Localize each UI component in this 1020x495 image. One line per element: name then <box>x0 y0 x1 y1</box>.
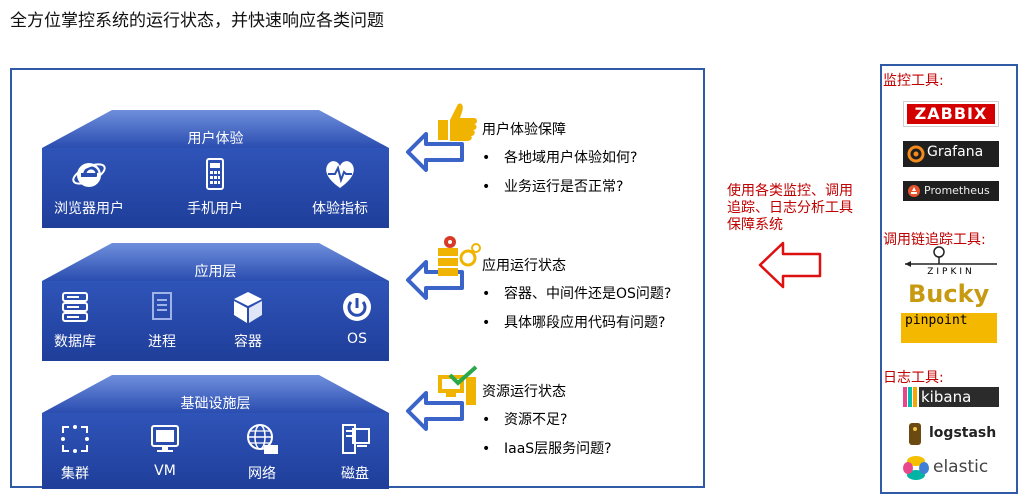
globe-network-icon <box>247 424 278 454</box>
bucky-logo: Bucky <box>908 280 990 310</box>
item-label: 磁盘 <box>341 466 369 482</box>
container-cube-icon <box>234 292 262 323</box>
heart-pulse-icon <box>326 161 354 188</box>
database-server-icon <box>62 292 88 322</box>
item-label: OS <box>347 331 367 347</box>
layer-body: 数据库 进程 容器 OS <box>42 281 389 361</box>
grafana-logo: Grafana <box>903 141 999 167</box>
bullet-dot: • <box>482 179 491 195</box>
bullet-text: 具体哪段应用代码有问题? <box>504 315 666 331</box>
elastic-logo: elastic <box>903 454 999 482</box>
big-arrow-left-icon <box>758 241 822 289</box>
item-label: VM <box>154 463 176 479</box>
feature-bullet: • 各地域用户体验如何? <box>482 147 637 167</box>
feature-title: 应用运行状态 <box>482 258 566 274</box>
thumbs-up-icon <box>438 103 477 141</box>
browser-user-item: 浏览器用户 <box>46 150 132 220</box>
note-line: 使用各类监控、调用 <box>727 183 853 199</box>
grafana-icon <box>907 145 925 163</box>
bullet-dot: • <box>482 150 491 166</box>
note-line: 保障系统 <box>727 217 783 233</box>
layer-title: 应用层 <box>194 264 237 280</box>
process-icon <box>152 292 172 320</box>
server-location-icon <box>438 236 481 276</box>
monitor-icon <box>151 425 179 452</box>
item-label: 体验指标 <box>312 201 368 217</box>
item-label: 浏览器用户 <box>54 201 124 217</box>
kibana-icon <box>903 387 917 407</box>
tools-note: 使用各类监控、调用 追踪、日志分析工具 保障系统 <box>727 183 877 234</box>
server-disk-icon <box>342 424 370 454</box>
feature-bullet: • 业务运行是否正常? <box>482 176 623 196</box>
experience-metric-item: 体验指标 <box>297 150 383 220</box>
layer-body: 浏览器用户 手机用户 体验指标 <box>42 148 389 228</box>
grafana-text: Grafana <box>927 144 984 160</box>
bullet-text: 资源不足? <box>504 412 568 428</box>
feature-title: 资源运行状态 <box>482 384 566 400</box>
bullet-text: 各地域用户体验如何? <box>504 150 638 166</box>
logstash-icon <box>909 423 921 445</box>
pinpoint-logo: pinpoint <box>901 313 997 343</box>
item-label: 手机用户 <box>187 201 243 217</box>
bullet-text: IaaS层服务问题? <box>504 441 612 457</box>
kibana-text: kibana <box>919 387 999 407</box>
item-label: 网络 <box>248 466 276 482</box>
kibana-logo: kibana <box>903 387 999 407</box>
cluster-item: 集群 <box>32 415 118 485</box>
feature-bullet: • 资源不足? <box>482 409 567 429</box>
power-icon <box>343 293 371 321</box>
page-headline: 全方位掌控系统的运行状态，并快速响应各类问题 <box>10 11 384 31</box>
container-item: 容器 <box>205 283 291 353</box>
feature-bullet: • IaaS层服务问题? <box>482 438 612 458</box>
feature-title: 用户体验保障 <box>482 122 566 138</box>
item-label: 集群 <box>61 466 89 482</box>
elastic-icon <box>903 456 929 480</box>
layer-title: 基础设施层 <box>180 396 251 412</box>
elastic-text: elastic <box>933 457 989 477</box>
prometheus-text: Prometheus <box>924 184 990 197</box>
pinpoint-text: pinpoint <box>905 313 968 328</box>
network-item: 网络 <box>219 415 305 485</box>
feature-bullet: • 具体哪段应用代码有问题? <box>482 312 665 332</box>
bullet-dot: • <box>482 315 491 331</box>
layer-title: 用户体验 <box>187 131 244 147</box>
logstash-logo: logstash <box>905 421 999 447</box>
zipkin-text: ZIPKIN <box>927 267 975 277</box>
bullet-dot: • <box>482 441 491 457</box>
prometheus-logo: Prometheus <box>903 181 999 201</box>
mobile-user-item: 手机用户 <box>172 150 258 220</box>
resource-check-icon <box>438 365 478 405</box>
cluster-icon <box>61 425 89 453</box>
item-label: 进程 <box>148 334 176 350</box>
disk-item: 磁盘 <box>312 415 398 485</box>
bucky-text: Bucky <box>908 280 990 308</box>
zipkin-icon <box>905 246 997 267</box>
monitoring-tools-label: 监控工具: <box>883 73 944 89</box>
bullet-dot: • <box>482 286 491 302</box>
zabbix-text: ZABBIX <box>907 104 995 124</box>
note-line: 追踪、日志分析工具 <box>727 200 853 216</box>
bullet-text: 容器、中间件还是OS问题? <box>504 286 672 302</box>
mobile-phone-icon <box>206 158 224 190</box>
zipkin-logo: ZIPKIN <box>903 246 999 278</box>
ie-browser-icon <box>72 163 106 187</box>
bullet-dot: • <box>482 412 491 428</box>
bullet-text: 业务运行是否正常? <box>504 179 624 195</box>
item-label: 容器 <box>234 334 262 350</box>
logging-tools-label: 日志工具: <box>883 370 944 386</box>
database-item: 数据库 <box>32 283 118 353</box>
zabbix-logo: ZABBIX <box>903 101 999 127</box>
logstash-text: logstash <box>929 425 997 441</box>
feature-bullet: • 容器、中间件还是OS问题? <box>482 283 671 303</box>
os-item: OS <box>314 283 400 353</box>
prometheus-icon <box>908 185 920 197</box>
item-label: 数据库 <box>54 334 96 350</box>
layer-body: 集群 VM 网络 磁盘 <box>42 413 389 489</box>
vm-item: VM <box>122 415 208 485</box>
process-item: 进程 <box>119 283 205 353</box>
